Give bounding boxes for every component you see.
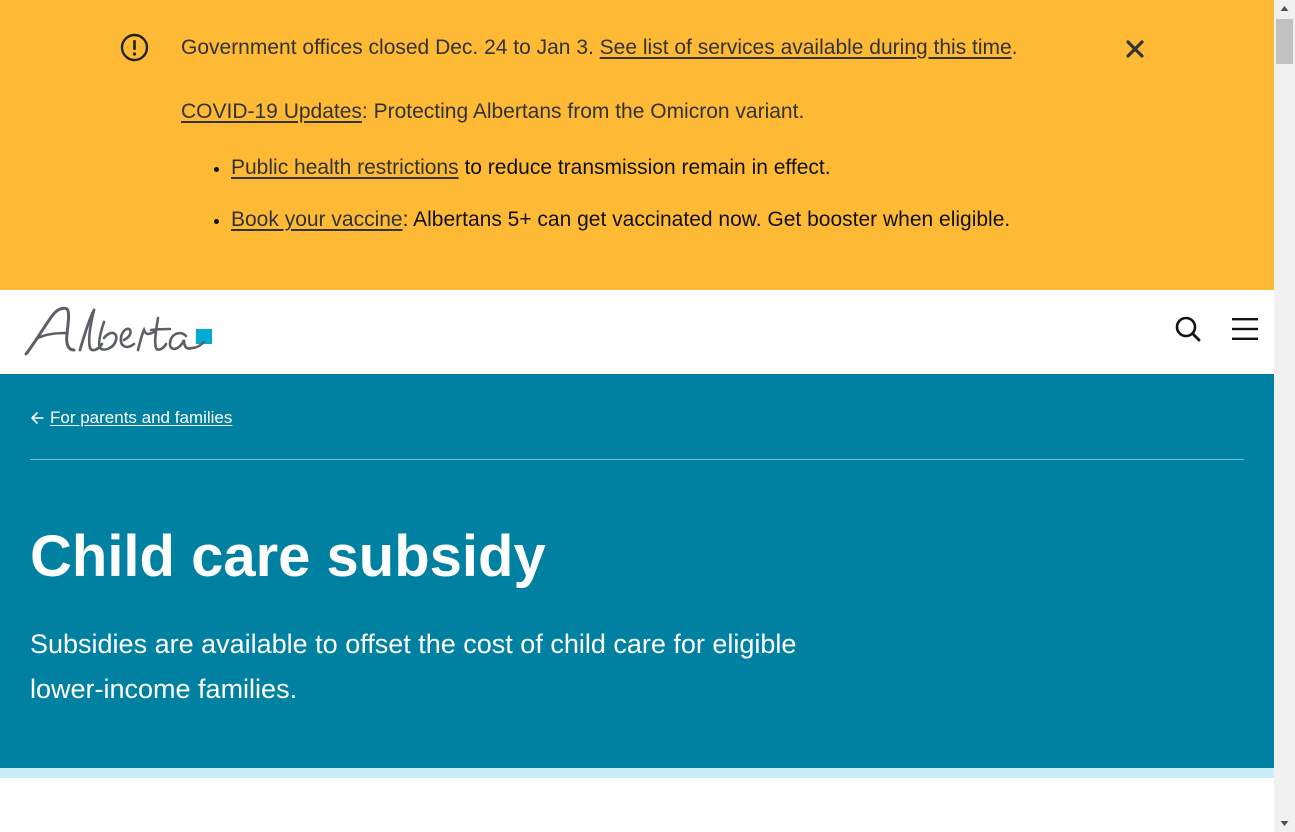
covid-updates-link[interactable]: COVID-19 Updates <box>181 100 362 123</box>
scrollbar-thumb[interactable] <box>1276 19 1293 64</box>
hamburger-menu-icon[interactable] <box>1230 315 1260 343</box>
site-header <box>0 290 1274 374</box>
page-hero: For parents and families Child care subs… <box>0 374 1274 768</box>
close-icon[interactable] <box>1122 36 1148 62</box>
hero-accent-strip <box>0 768 1274 778</box>
public-health-restrictions-link[interactable]: Public health restrictions <box>231 156 459 179</box>
back-link-parents-families[interactable]: For parents and families <box>50 408 232 427</box>
page-title: Child care subsidy <box>30 524 546 589</box>
page-lead: Subsidies are available to offset the co… <box>30 629 797 704</box>
page: Government offices closed Dec. 24 to Jan… <box>0 0 1274 832</box>
scroll-up-arrow-icon[interactable] <box>1274 0 1295 17</box>
divider <box>30 459 1244 460</box>
list-item: Public health restrictions to reduce tra… <box>231 154 1010 182</box>
alert-closure-message: Government offices closed Dec. 24 to Jan… <box>181 34 1018 62</box>
scroll-down-arrow-icon[interactable] <box>1274 815 1295 832</box>
vaccine-text: : Albertans 5+ can get vaccinated now. G… <box>402 208 1011 231</box>
breadcrumb: For parents and families <box>30 406 232 430</box>
list-item: Book your vaccine: Albertans 5+ can get … <box>231 206 1010 234</box>
search-icon[interactable] <box>1174 315 1202 343</box>
vertical-scrollbar[interactable] <box>1274 0 1295 832</box>
arrow-left-icon <box>31 412 44 424</box>
alert-bullet-list: Public health restrictions to reduce tra… <box>181 154 1010 258</box>
alberta-logo[interactable] <box>24 300 216 362</box>
restrictions-text: to reduce transmission remain in effect. <box>458 156 831 179</box>
services-list-link[interactable]: See list of services available during th… <box>600 36 1012 59</box>
alert-covid-message: COVID-19 Updates: Protecting Albertans f… <box>181 98 804 126</box>
alert-circle-icon <box>120 33 149 62</box>
closure-text: Government offices closed Dec. 24 to Jan… <box>181 36 600 59</box>
covid-text: : Protecting Albertans from the Omicron … <box>361 100 805 123</box>
book-vaccine-link[interactable]: Book your vaccine <box>231 208 403 231</box>
alert-banner: Government offices closed Dec. 24 to Jan… <box>0 0 1274 290</box>
closure-period: . <box>1011 36 1018 59</box>
